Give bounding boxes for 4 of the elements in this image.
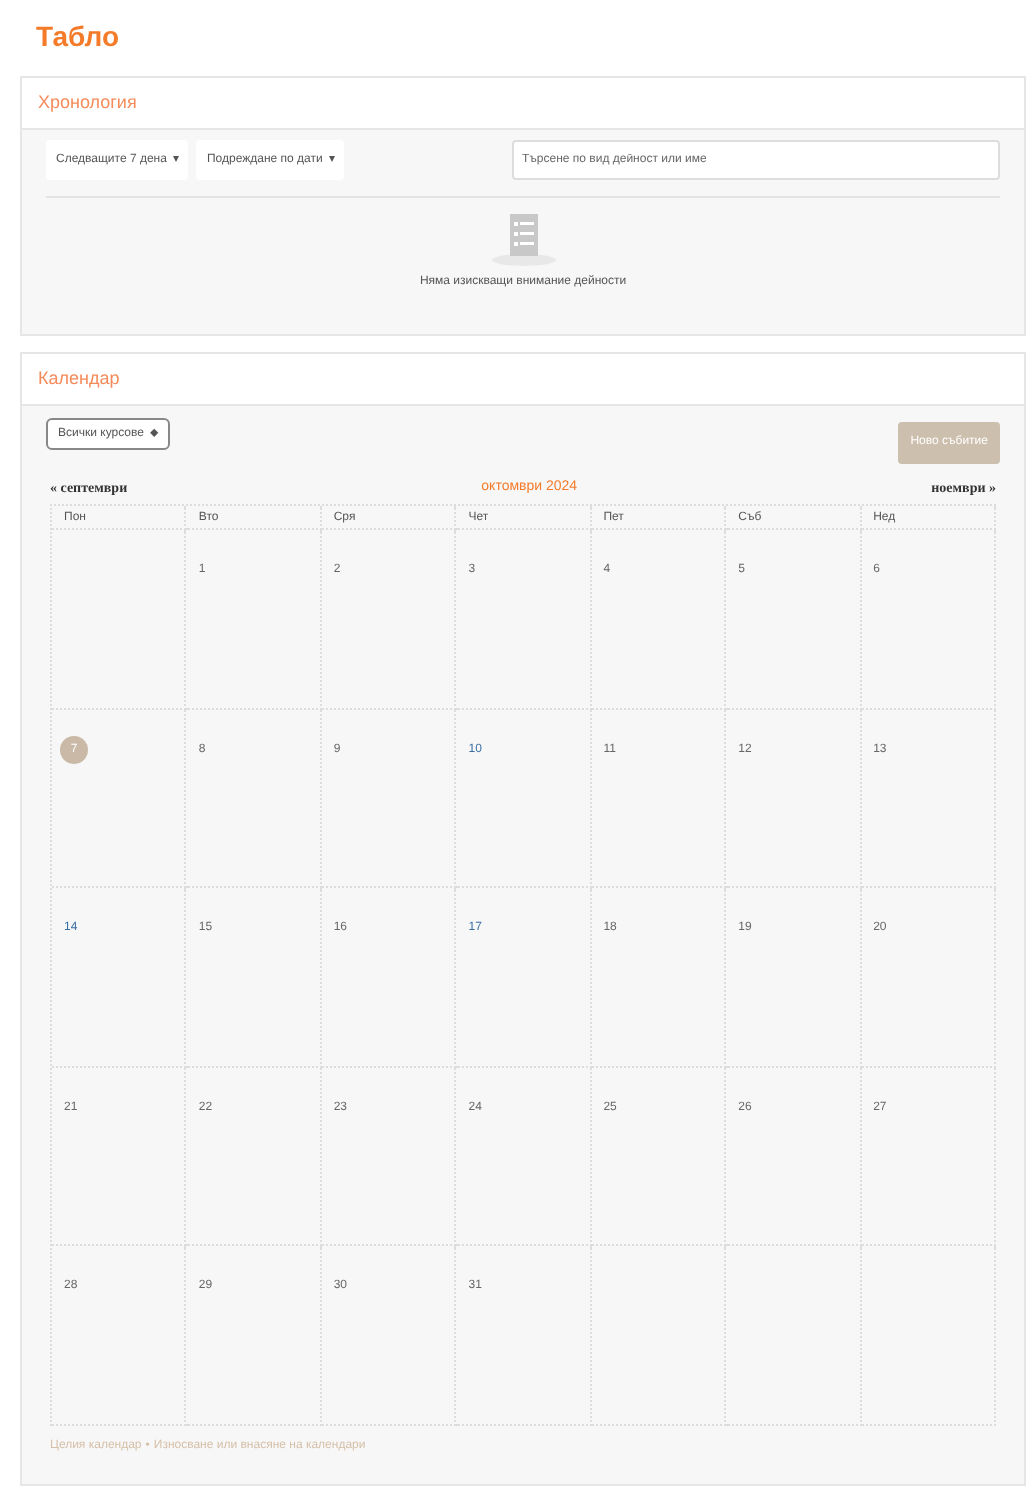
card-title: Хронология <box>38 89 137 116</box>
document-list-icon <box>489 210 557 266</box>
card-title: Календар <box>38 365 120 392</box>
page-title: Табло <box>36 18 120 56</box>
